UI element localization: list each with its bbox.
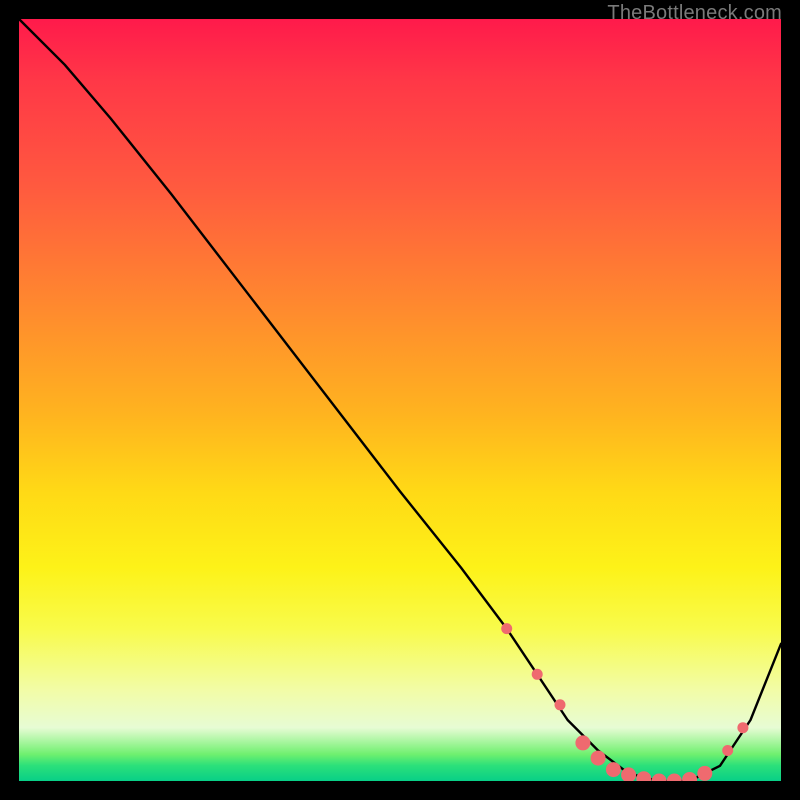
marker-dot [697, 766, 712, 781]
marker-dot [682, 772, 697, 781]
bottleneck-curve [19, 19, 781, 781]
chart-stage: TheBottleneck.com [0, 0, 800, 800]
marker-dot [555, 699, 566, 710]
marker-dot [532, 669, 543, 680]
curve-svg [19, 19, 781, 781]
marker-dot [591, 751, 606, 766]
marker-dot [575, 735, 590, 750]
marker-dot [652, 774, 667, 782]
marker-dot [737, 722, 748, 733]
curve-markers [501, 623, 748, 781]
plot-area [19, 19, 781, 781]
marker-dot [636, 771, 651, 781]
marker-dot [667, 774, 682, 782]
marker-dot [606, 762, 621, 777]
marker-dot [722, 745, 733, 756]
marker-dot [501, 623, 512, 634]
